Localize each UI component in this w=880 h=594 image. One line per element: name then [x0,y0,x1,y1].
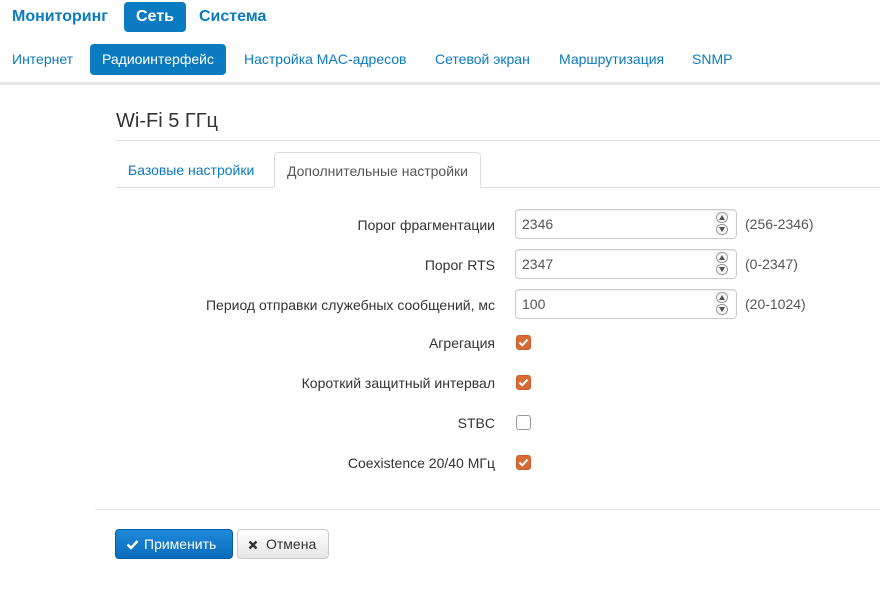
sub-nav-item-internet[interactable]: Интернет [0,44,85,75]
sub-nav-item-snmp[interactable]: SNMP [680,44,744,75]
fragmentation-stepper[interactable] [515,209,737,239]
sub-nav-item-routing[interactable]: Маршрутизация [547,44,676,75]
fragmentation-range: (256-2346) [745,216,814,232]
spin-up-icon[interactable] [716,212,728,223]
fragmentation-input[interactable] [516,210,712,238]
sub-nav: Интернет Радиоинтерфейс Настройка MAC-ад… [0,44,880,76]
tab-advanced-settings[interactable]: Дополнительные настройки [274,152,481,188]
beacon-input[interactable] [516,290,712,318]
check-icon [518,338,529,347]
beacon-spinner[interactable] [716,292,728,316]
beacon-row: Период отправки служебных сообщений, мс … [0,289,880,321]
page-title: Wi-Fi 5 ГГц [116,110,218,132]
top-nav-item-network[interactable]: Сеть [124,2,186,32]
cancel-button-label: Отмена [266,536,317,552]
aggregation-checkbox[interactable] [516,335,531,350]
check-icon [518,458,529,467]
beacon-label: Период отправки служебных сообщений, мс [205,297,495,313]
check-icon [518,378,529,387]
short-gi-label: Короткий защитный интервал [301,375,495,391]
cancel-button[interactable]: Отмена [237,529,329,559]
nav-divider [0,82,880,85]
rts-stepper[interactable] [515,249,737,279]
cross-icon [248,531,262,559]
aggregation-label: Агрегация [428,335,495,351]
short-gi-checkbox[interactable] [516,375,531,390]
spin-down-icon[interactable] [716,264,728,275]
spin-up-icon[interactable] [716,252,728,263]
top-nav: Мониторинг Сеть Система [0,0,880,34]
title-divider [116,140,880,141]
top-nav-item-system[interactable]: Система [187,2,278,32]
fragmentation-row: Порог фрагментации (256-2346) [0,209,880,241]
spin-down-icon[interactable] [716,224,728,235]
rts-spinner[interactable] [716,252,728,276]
rts-range: (0-2347) [745,256,798,272]
rts-label: Порог RTS [424,257,495,273]
stbc-label: STBC [457,415,495,431]
rts-input[interactable] [516,250,712,278]
spin-up-icon[interactable] [716,292,728,303]
sub-nav-item-radio-interface[interactable]: Радиоинтерфейс [90,44,226,75]
fragmentation-spinner[interactable] [716,212,728,236]
sub-nav-item-mac-settings[interactable]: Настройка MAC-адресов [232,44,419,75]
apply-button[interactable]: Применить [115,529,233,559]
sub-nav-item-firewall[interactable]: Сетевой экран [423,44,542,75]
form-divider [95,509,880,510]
apply-button-label: Применить [144,536,217,552]
tab-basic-settings[interactable]: Базовые настройки [116,152,266,188]
coexistence-label: Coexistence 20/40 МГц [347,455,495,471]
fragmentation-label: Порог фрагментации [357,217,495,233]
top-nav-item-monitoring[interactable]: Мониторинг [0,2,120,32]
beacon-stepper[interactable] [515,289,737,319]
check-icon [126,531,140,559]
short-gi-row: Короткий защитный интервал [0,367,880,399]
aggregation-row: Агрегация [0,327,880,359]
rts-row: Порог RTS (0-2347) [0,249,880,281]
stbc-checkbox[interactable] [516,415,531,430]
coexistence-row: Coexistence 20/40 МГц [0,447,880,479]
spin-down-icon[interactable] [716,304,728,315]
beacon-range: (20-1024) [745,296,806,312]
stbc-row: STBC [0,407,880,439]
coexistence-checkbox[interactable] [516,455,531,470]
